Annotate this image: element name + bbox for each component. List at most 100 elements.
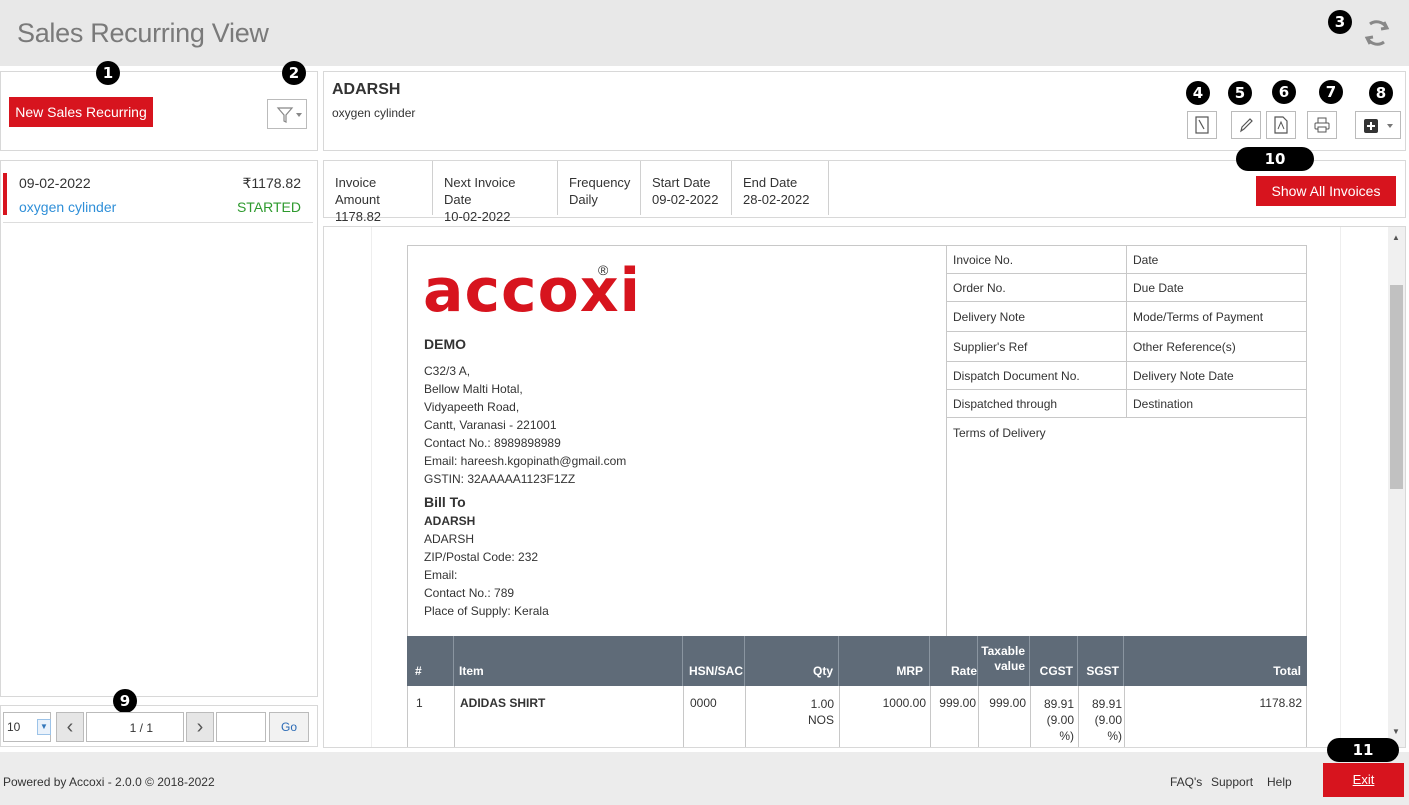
bill-to-line: Place of Supply: Kerala (424, 604, 549, 618)
page-indicator: 1 / 1 (86, 712, 184, 742)
badge-4: 4 (1186, 81, 1210, 105)
badge-5: 5 (1228, 81, 1252, 105)
support-link[interactable]: Support (1211, 775, 1253, 789)
col-sep (744, 636, 745, 686)
meta-cell: Dispatched through (947, 390, 1127, 418)
badge-6: 6 (1272, 80, 1296, 104)
col-sep (454, 686, 455, 747)
col-sep (977, 636, 978, 686)
scroll-up-icon[interactable]: ▲ (1392, 233, 1400, 242)
refresh-icon[interactable] (1360, 16, 1394, 50)
summary-frequency: Frequency Daily (558, 161, 641, 215)
edit-button[interactable] (1231, 111, 1261, 139)
pencil-icon (1240, 118, 1253, 133)
meta-cell: Date (1127, 246, 1307, 274)
left-toolbar-panel: 1 2 New Sales Recurring (0, 61, 318, 151)
summary-value: 10-02-2022 (444, 209, 511, 224)
customer-name: ADARSH (332, 81, 401, 98)
row-hsn: 0000 (690, 696, 717, 710)
new-sales-recurring-button[interactable]: New Sales Recurring (9, 97, 153, 127)
recurring-list-panel: 09-02-2022 ₹1178.82 oxygen cylinder STAR… (0, 160, 318, 697)
next-page-button[interactable]: › (186, 712, 214, 742)
summary-value: Daily (569, 192, 598, 207)
powered-by-text: Powered by Accoxi - 2.0.0 © 2018-2022 (3, 775, 215, 789)
print-button[interactable] (1307, 111, 1337, 139)
col-header: SGST (1086, 664, 1119, 678)
cgst-pct: (9.00 %) (1046, 713, 1074, 743)
items-table-header: # Item HSN/SAC Qty MRP Rate Taxable valu… (407, 636, 1307, 686)
summary-label: Frequency (569, 175, 631, 190)
col-sep (838, 636, 839, 686)
pdf-button[interactable] (1266, 111, 1296, 139)
row-cgst: 89.91 (9.00 %) (1032, 696, 1074, 744)
col-header: HSN/SAC (689, 664, 744, 678)
summary-panel: Invoice Amount 1178.82 Next Invoice Date… (323, 147, 1406, 224)
row-sgst: 89.91 (9.00 %) (1082, 696, 1122, 744)
stop-icon (1195, 116, 1209, 134)
prev-page-button[interactable]: ‹ (56, 712, 84, 742)
col-sep (978, 686, 979, 747)
go-button[interactable]: Go (269, 712, 309, 742)
address-line: Email: hareesh.kgopinath@gmail.com (424, 454, 627, 468)
registered-mark-icon: ® (598, 262, 609, 278)
bill-to-name: ADARSH (424, 514, 476, 528)
bill-to-line: ZIP/Postal Code: 232 (424, 550, 539, 564)
faq-link[interactable]: FAQ's (1170, 775, 1202, 789)
selection-marker (3, 173, 7, 215)
filter-icon (276, 107, 302, 123)
summary-end-date: End Date 28-02-2022 (732, 161, 829, 215)
badge-8: 8 (1369, 81, 1393, 105)
summary-value: 09-02-2022 (652, 192, 719, 207)
badge-3: 3 (1328, 10, 1352, 34)
col-sep (839, 686, 840, 747)
meta-cell: Destination (1127, 390, 1307, 418)
meta-cell: Order No. (947, 274, 1127, 302)
scroll-down-icon[interactable]: ▼ (1392, 727, 1400, 736)
list-item[interactable]: 09-02-2022 ₹1178.82 oxygen cylinder STAR… (3, 169, 313, 223)
more-actions-button[interactable] (1355, 111, 1401, 139)
bill-to-line: Contact No.: 789 (424, 586, 515, 600)
row-total: 1178.82 (1259, 696, 1303, 710)
show-all-invoices-button[interactable]: Show All Invoices (1256, 176, 1396, 206)
col-sep (745, 686, 746, 747)
col-sep (682, 636, 683, 686)
exit-button[interactable]: Exit (1323, 763, 1404, 797)
pdf-icon (1274, 116, 1288, 134)
col-sep (1078, 686, 1079, 747)
row-taxable: 999.00 (989, 696, 1026, 710)
col-header: Qty (812, 664, 833, 678)
invoice-preview-frame: accoxi ® DEMO C32/3 A, Bellow Malti Hota… (323, 226, 1406, 748)
summary-value: 28-02-2022 (743, 192, 810, 207)
help-link[interactable]: Help (1267, 775, 1292, 789)
col-sep (1029, 636, 1030, 686)
col-header: CGST (1039, 664, 1073, 678)
vertical-scrollbar[interactable]: ▲ ▼ (1388, 227, 1405, 747)
meta-cell: Supplier's Ref (947, 332, 1127, 362)
summary-label: Next Invoice Date (444, 175, 516, 207)
col-header: MRP (896, 664, 923, 678)
stop-button[interactable] (1187, 111, 1217, 139)
bill-to-line: Email: (424, 568, 458, 582)
meta-cell: Delivery Note Date (1127, 362, 1307, 390)
meta-cell: Delivery Note (947, 302, 1127, 332)
badge-9: 9 (113, 689, 137, 713)
row-item: ADIDAS SHIRT (460, 696, 546, 710)
pager-panel: 9 10 ▼ ‹ 1 / 1 › Go (0, 689, 318, 747)
goto-page-input[interactable] (216, 712, 266, 742)
bill-to-line: ADARSH (424, 532, 475, 546)
meta-cell: Dispatch Document No. (947, 362, 1127, 390)
page-size-select[interactable]: 10 ▼ (3, 712, 51, 742)
filter-button[interactable] (267, 99, 307, 129)
summary-value: 1178.82 (335, 209, 382, 224)
col-header: Total (1273, 664, 1301, 678)
row-qty: 1.00 NOS (748, 696, 834, 728)
scrollbar-thumb[interactable] (1390, 285, 1403, 489)
footer-bar: Powered by Accoxi - 2.0.0 © 2018-2022 FA… (0, 738, 1409, 805)
company-block: accoxi ® DEMO C32/3 A, Bellow Malti Hota… (407, 245, 947, 637)
col-sep (683, 686, 684, 747)
page-title: Sales Recurring View (17, 18, 269, 48)
terms-of-delivery-label: Terms of Delivery (953, 426, 1046, 440)
col-sep (453, 636, 454, 686)
address-line: GSTIN: 32AAAAA1123F1ZZ (424, 472, 576, 486)
summary-start-date: Start Date 09-02-2022 (641, 161, 732, 215)
